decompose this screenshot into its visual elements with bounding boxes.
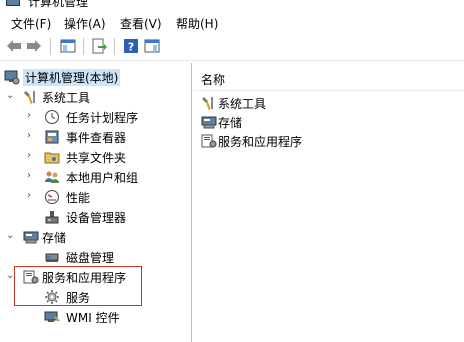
show-hide-action-pane-icon[interactable]	[143, 37, 161, 55]
disk-management-icon	[44, 249, 60, 265]
users-icon	[44, 169, 60, 185]
clock-icon	[44, 109, 60, 125]
menu-bar: 文件(F) 操作(A) 查看(V) 帮助(H)	[0, 11, 464, 33]
column-header-name[interactable]: 名称	[201, 71, 225, 88]
toolbar: ?	[0, 34, 464, 61]
shared-folder-icon	[44, 149, 60, 165]
menu-help[interactable]: 帮助(H)	[176, 15, 218, 32]
forward-icon[interactable]	[25, 37, 43, 55]
system-tools-icon	[23, 89, 39, 105]
computer-management-icon	[4, 69, 20, 85]
storage-icon	[23, 229, 39, 245]
storage-icon	[201, 114, 217, 130]
toolbar-separator	[114, 38, 115, 55]
services-applications-icon	[201, 133, 217, 149]
performance-icon	[44, 189, 60, 205]
chevron-down-icon[interactable]: ⌄	[6, 230, 16, 242]
toolbar-separator	[50, 38, 51, 55]
details-pane: 名称 系统工具 存储 服务和应用程序	[193, 63, 464, 342]
system-tools-icon	[201, 95, 217, 111]
chevron-right-icon[interactable]: ›	[27, 190, 37, 202]
menu-file[interactable]: 文件(F)	[11, 15, 51, 32]
chevron-right-icon[interactable]: ›	[27, 150, 37, 162]
header-divider	[193, 90, 464, 91]
help-icon[interactable]: ?	[122, 37, 140, 55]
show-hide-console-tree-icon[interactable]	[59, 37, 77, 55]
highlight-box	[14, 266, 142, 306]
chevron-right-icon[interactable]: ›	[27, 130, 37, 142]
chevron-right-icon[interactable]: ›	[27, 110, 37, 122]
export-list-icon[interactable]	[90, 37, 108, 55]
back-icon[interactable]	[5, 37, 23, 55]
chevron-right-icon[interactable]: ›	[27, 170, 37, 182]
menu-view[interactable]: 查看(V)	[120, 15, 162, 32]
computer-management-icon	[6, 0, 20, 6]
title-bar: 计算机管理	[0, 0, 464, 10]
event-viewer-icon	[44, 129, 60, 145]
window-title: 计算机管理	[28, 0, 89, 9]
chevron-down-icon[interactable]: ⌄	[6, 90, 16, 102]
toolbar-separator	[83, 38, 84, 55]
wmi-control-icon	[44, 309, 60, 325]
svg-text:?: ?	[128, 41, 134, 54]
device-manager-icon	[44, 209, 60, 225]
menu-action[interactable]: 操作(A)	[64, 15, 106, 32]
